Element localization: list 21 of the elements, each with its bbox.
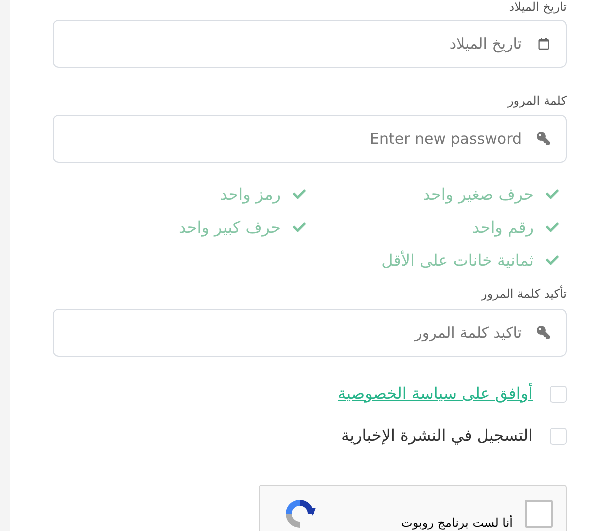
- requirement-text: حرف كبير واحد: [178, 216, 281, 239]
- field-label: تأكيد كلمة المرور: [480, 287, 567, 301]
- field-label: تاريخ الميلاد: [508, 0, 567, 14]
- captcha-checkbox[interactable]: [525, 500, 553, 528]
- field-label: كلمة المرور: [506, 94, 567, 108]
- checkbox[interactable]: [550, 386, 567, 402]
- privacy-policy-link[interactable]: أوافق على سياسة الخصوصية: [338, 382, 533, 406]
- key-icon: [537, 326, 550, 339]
- requirement-text: رقم واحد: [472, 216, 534, 239]
- captcha-label: أنا لست برنامج روبوت: [402, 514, 513, 531]
- calendar-icon: [538, 38, 550, 50]
- key-icon: [537, 132, 550, 145]
- confirm-password-field[interactable]: تاكيد كلمة المرور: [53, 309, 567, 357]
- requirement-text: رمز واحد: [220, 184, 281, 206]
- checkbox-label: التسجيل في النشرة الإخبارية: [342, 425, 533, 447]
- requirement-text: ثمانية خانات على الأقل: [382, 250, 534, 272]
- refresh-arrows-icon: [284, 498, 316, 530]
- password-field[interactable]: Enter new password: [53, 115, 567, 163]
- requirement-text: حرف صغير واحد: [423, 184, 534, 206]
- checkbox[interactable]: [550, 428, 567, 444]
- date-field[interactable]: تاريخ الميلاد: [53, 20, 567, 68]
